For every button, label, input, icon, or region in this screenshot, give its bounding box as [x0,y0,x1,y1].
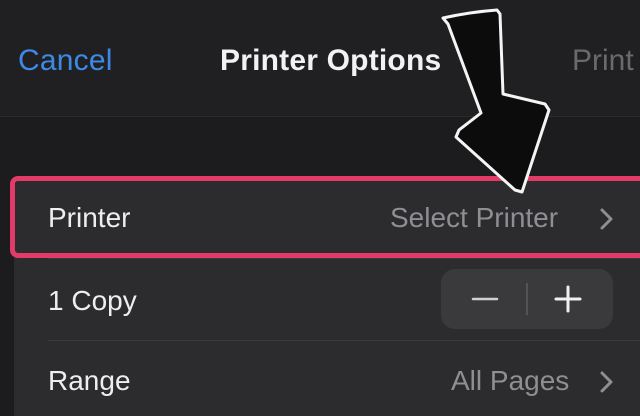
navbar-divider [0,116,640,117]
plus-icon [554,285,582,313]
printer-row-highlight [10,176,640,258]
print-button[interactable]: Print [572,44,634,78]
range-row[interactable]: Range All Pages [14,341,640,416]
decrement-button[interactable] [441,269,526,329]
chevron-right-icon [600,371,613,393]
copies-stepper [441,269,613,329]
page-title: Printer Options [220,44,442,77]
printer-options-screen: Cancel Printer Options Print Printer Sel… [0,0,640,416]
navigation-bar: Cancel Printer Options Print [0,0,640,116]
range-label: Range [48,365,131,396]
cancel-button[interactable]: Cancel [18,44,113,78]
minus-icon [471,297,499,301]
all-pages-value: All Pages [451,365,570,396]
increment-button[interactable] [528,269,613,329]
copies-label: 1 Copy [48,285,137,316]
